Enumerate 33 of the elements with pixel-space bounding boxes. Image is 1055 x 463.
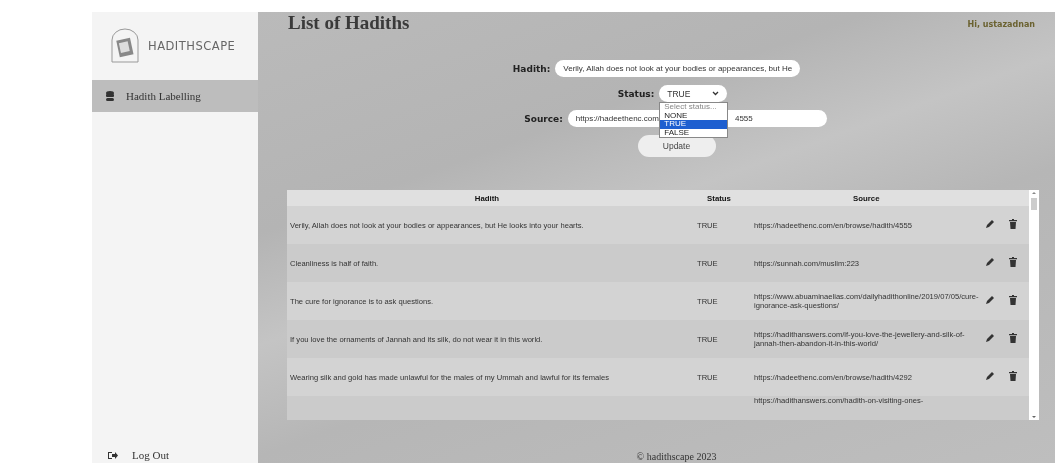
logout-icon [108, 450, 118, 460]
edit-icon[interactable] [984, 257, 995, 267]
hadith-input[interactable]: Verily, Allah does not look at your bodies or appearances, but He [555, 60, 801, 77]
chevron-down-icon [712, 91, 720, 96]
dropdown-option[interactable]: TRUE [660, 120, 728, 129]
field-label: Source: [524, 113, 563, 124]
edit-icon[interactable] [984, 333, 995, 343]
dropdown-option[interactable]: NONE [660, 111, 728, 120]
delete-icon[interactable] [1008, 295, 1017, 305]
dropdown-option[interactable]: FALSE [660, 128, 728, 137]
delete-icon[interactable] [1008, 333, 1017, 343]
edit-icon[interactable] [984, 219, 995, 229]
edit-icon[interactable] [984, 371, 995, 381]
logo-text: HADITHSCAPE [148, 39, 236, 53]
field-label: Status: [617, 88, 655, 99]
sidebar-item[interactable]: Hadith Labelling [92, 80, 258, 112]
page-title: List of Hadiths [288, 12, 410, 34]
scroll-up-icon[interactable] [1032, 192, 1036, 194]
dropdown-option[interactable]: Select status... [660, 103, 728, 112]
logout-link[interactable]: Log Out [132, 449, 169, 461]
book-logo-icon [110, 28, 140, 64]
greeting: Hi, ustazadnan [967, 20, 1035, 29]
delete-icon[interactable] [1008, 219, 1017, 229]
edit-icon[interactable] [984, 295, 995, 305]
scrollbar[interactable] [1029, 190, 1039, 420]
field-label: Hadith: [512, 63, 551, 74]
scrollbar-thumb[interactable] [1031, 198, 1037, 210]
footer-text: © hadithscape 2023 [635, 451, 718, 463]
delete-icon[interactable] [1008, 257, 1017, 267]
status-dropdown[interactable]: TRUE [659, 85, 728, 102]
delete-icon[interactable] [1008, 371, 1017, 381]
scroll-down-icon[interactable] [1031, 414, 1037, 420]
database-icon [106, 91, 114, 101]
